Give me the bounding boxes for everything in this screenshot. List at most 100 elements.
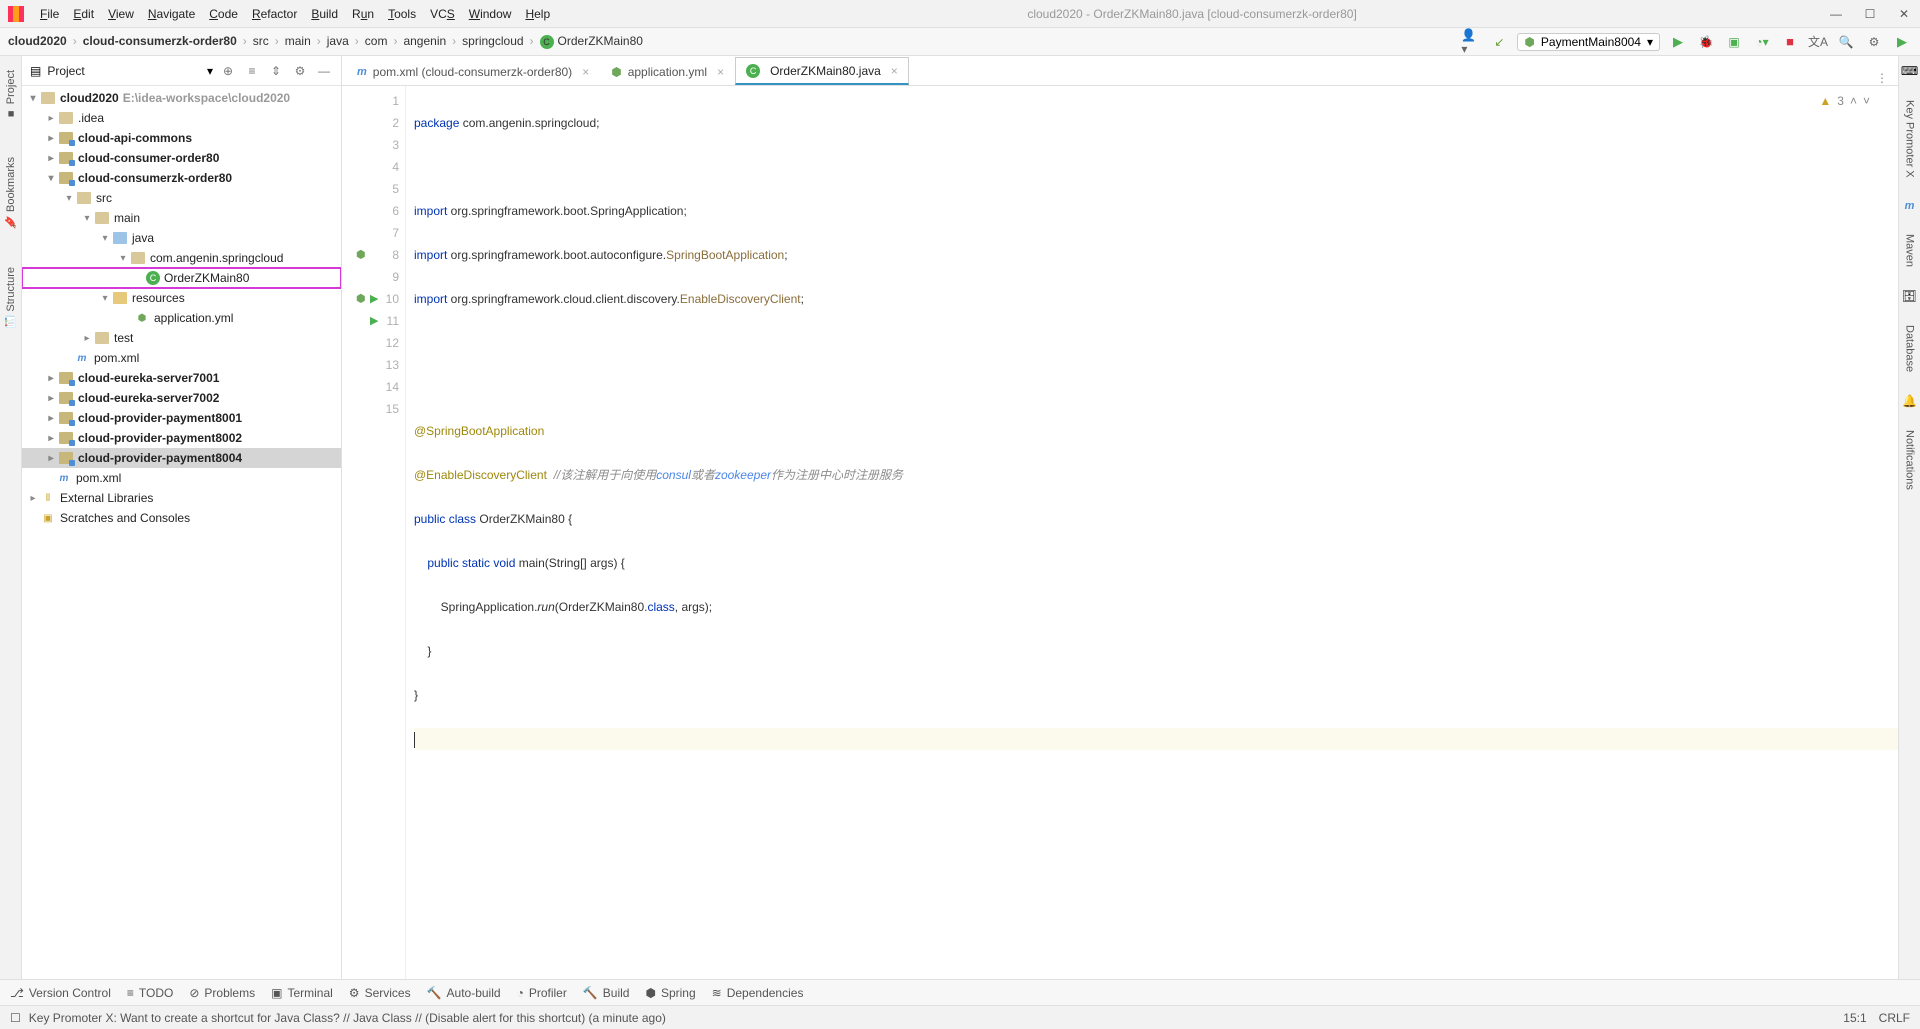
crumb-2[interactable]: src — [253, 34, 269, 48]
gear-icon[interactable]: ⚙ — [291, 64, 309, 78]
tool-bookmarks[interactable]: 🔖 Bookmarks — [4, 153, 17, 233]
run-anything-icon[interactable]: ▶ — [1892, 32, 1912, 52]
run-config-selector[interactable]: ⬢ PaymentMain8004 ▾ — [1517, 33, 1660, 51]
collapse-all-icon[interactable]: ⇕ — [267, 64, 285, 78]
translate-icon[interactable]: 文A — [1808, 32, 1828, 52]
tree-scratches[interactable]: ▣Scratches and Consoles — [22, 508, 341, 528]
tabs-menu-icon[interactable]: ⋮ — [1866, 71, 1898, 85]
bt-todo[interactable]: ≡ TODO — [127, 986, 173, 1000]
tree-idea[interactable]: ▸.idea — [22, 108, 341, 128]
crumb-0[interactable]: cloud2020 — [8, 34, 67, 48]
key-promoter-icon[interactable]: ⌨ — [1901, 64, 1918, 78]
menu-edit[interactable]: Edit — [67, 5, 100, 23]
bell-icon[interactable]: 🔔 — [1902, 394, 1917, 408]
crumb-5[interactable]: com — [365, 34, 388, 48]
stop-icon[interactable]: ■ — [1780, 32, 1800, 52]
tool-key-promoter[interactable]: Key Promoter X — [1904, 98, 1916, 180]
tool-project[interactable]: ■ Project — [5, 66, 17, 123]
hide-icon[interactable]: — — [315, 64, 333, 78]
tree-resources[interactable]: ▾resources — [22, 288, 341, 308]
search-icon[interactable]: 🔍 — [1836, 32, 1856, 52]
expand-all-icon[interactable]: ≡ — [243, 64, 261, 78]
database-icon[interactable]: 🗄 — [1902, 289, 1917, 303]
tree-mod-pay1[interactable]: ▸cloud-provider-payment8001 — [22, 408, 341, 428]
tree-mod-eureka2[interactable]: ▸cloud-eureka-server7002 — [22, 388, 341, 408]
maximize-icon[interactable]: ☐ — [1862, 7, 1878, 21]
menu-code[interactable]: Code — [203, 5, 244, 23]
close-icon[interactable]: × — [891, 64, 898, 78]
spring-icon[interactable]: ⬢ — [356, 288, 366, 310]
tree-mod-order80[interactable]: ▸cloud-consumer-order80 — [22, 148, 341, 168]
chevron-down-icon[interactable]: ▾ — [207, 64, 213, 78]
chevron-up-icon[interactable]: ˄ — [1850, 90, 1857, 112]
tree-java[interactable]: ▾java — [22, 228, 341, 248]
tab-orderzkmain[interactable]: COrderZKMain80.java× — [735, 57, 909, 85]
crumb-3[interactable]: main — [285, 34, 311, 48]
menu-navigate[interactable]: Navigate — [142, 5, 201, 23]
crumb-6[interactable]: angenin — [403, 34, 446, 48]
bt-services[interactable]: ⚙ Services — [349, 986, 411, 1000]
tree-root[interactable]: ▾cloud2020E:\idea-workspace\cloud2020 — [22, 88, 341, 108]
code-editor[interactable]: 1234567 8⬢ 9 10⬢▶ 11▶ 12131415 package c… — [342, 86, 1898, 979]
tool-structure[interactable]: 📑 Structure — [4, 263, 17, 332]
close-icon[interactable]: ✕ — [1896, 7, 1912, 21]
menu-refactor[interactable]: Refactor — [246, 5, 303, 23]
crumb-1[interactable]: cloud-consumerzk-order80 — [83, 34, 237, 48]
bt-profiler[interactable]: ◔ Profiler — [517, 986, 567, 1000]
crumb-7[interactable]: springcloud — [462, 34, 523, 48]
debug-icon[interactable]: 🐞 — [1696, 32, 1716, 52]
tree-pkg[interactable]: ▾com.angenin.springcloud — [22, 248, 341, 268]
tree-yml[interactable]: ⬢application.yml — [22, 308, 341, 328]
tree-main[interactable]: ▾main — [22, 208, 341, 228]
tree-class-orderzkmain[interactable]: COrderZKMain80 — [22, 268, 341, 288]
run-gutter-icon[interactable]: ▶ — [370, 310, 378, 332]
bt-terminal[interactable]: ▣ Terminal — [271, 986, 333, 1000]
spring-icon[interactable]: ⬢ — [356, 244, 366, 266]
bt-build[interactable]: 🔨 Build — [583, 986, 630, 1000]
inspection-widget[interactable]: ▲ 3 ˄ ˅ — [1819, 90, 1870, 112]
bt-version-control[interactable]: ⎇ Version Control — [10, 986, 111, 1000]
tool-notifications[interactable]: Notifications — [1904, 428, 1916, 492]
tool-maven[interactable]: Maven — [1904, 232, 1916, 269]
menu-run[interactable]: Run — [346, 5, 380, 23]
run-gutter-icon[interactable]: ▶ — [370, 288, 378, 310]
bt-dependencies[interactable]: ≋ Dependencies — [712, 986, 804, 1000]
crumb-8[interactable]: COrderZKMain80 — [540, 34, 643, 49]
crumb-4[interactable]: java — [327, 34, 349, 48]
chevron-down-icon[interactable]: ˅ — [1863, 90, 1870, 112]
tree-pom[interactable]: mpom.xml — [22, 348, 341, 368]
status-icon[interactable]: ☐ — [10, 1011, 21, 1025]
back-icon[interactable]: ↙ — [1489, 32, 1509, 52]
menu-vcs[interactable]: VCS — [424, 5, 461, 23]
maven-icon[interactable]: m — [1905, 200, 1915, 212]
coverage-icon[interactable]: ▣ — [1724, 32, 1744, 52]
close-icon[interactable]: × — [582, 65, 589, 79]
settings-icon[interactable]: ⚙ — [1864, 32, 1884, 52]
code-content[interactable]: package com.angenin.springcloud; import … — [406, 86, 1898, 979]
menu-view[interactable]: View — [102, 5, 140, 23]
menu-build[interactable]: Build — [305, 5, 344, 23]
select-target-icon[interactable]: ⊕ — [219, 64, 237, 78]
tab-pom[interactable]: mpom.xml (cloud-consumerzk-order80)× — [346, 57, 600, 85]
run-icon[interactable]: ▶ — [1668, 32, 1688, 52]
menu-window[interactable]: Window — [463, 5, 518, 23]
tree-mod-pay2[interactable]: ▸cloud-provider-payment8002 — [22, 428, 341, 448]
close-icon[interactable]: × — [717, 65, 724, 79]
tree-mod-zk80[interactable]: ▾cloud-consumerzk-order80 — [22, 168, 341, 188]
tree-mod-api[interactable]: ▸cloud-api-commons — [22, 128, 341, 148]
tree-src[interactable]: ▾src — [22, 188, 341, 208]
tree-mod-pay4[interactable]: ▸cloud-provider-payment8004 — [22, 448, 341, 468]
menu-file[interactable]: File — [34, 5, 65, 23]
tab-yml[interactable]: ⬢application.yml× — [600, 57, 735, 85]
bt-problems[interactable]: ⊘ Problems — [189, 986, 255, 1000]
users-icon[interactable]: 👤▾ — [1461, 32, 1481, 52]
menu-tools[interactable]: Tools — [382, 5, 422, 23]
bt-auto-build[interactable]: 🔨 Auto-build — [427, 986, 501, 1000]
tree-root-pom[interactable]: mpom.xml — [22, 468, 341, 488]
minimize-icon[interactable]: — — [1828, 7, 1844, 21]
tree-test[interactable]: ▸test — [22, 328, 341, 348]
menu-help[interactable]: Help — [519, 5, 556, 23]
bt-spring[interactable]: ⬢ Spring — [645, 986, 695, 1000]
tree-mod-eureka1[interactable]: ▸cloud-eureka-server7001 — [22, 368, 341, 388]
tool-database[interactable]: Database — [1904, 323, 1916, 374]
